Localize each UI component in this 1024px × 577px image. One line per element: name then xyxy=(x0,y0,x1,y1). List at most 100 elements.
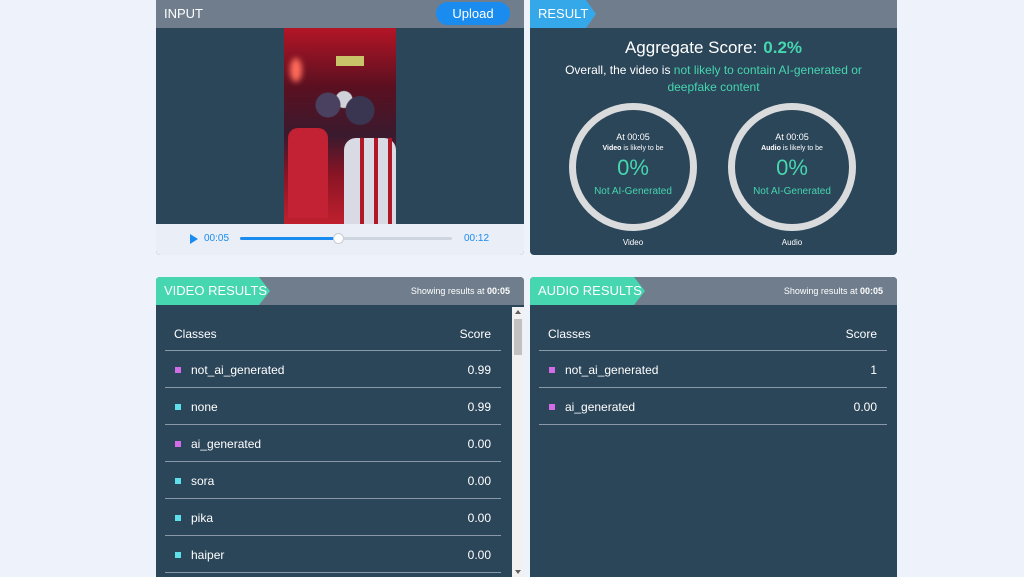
table-row: not_ai_generated 0.99 xyxy=(165,351,501,388)
video-preview[interactable] xyxy=(284,28,396,224)
video-seat xyxy=(288,128,328,218)
gauge-likely-text: is likely to be xyxy=(782,145,823,152)
class-color-swatch xyxy=(175,478,181,484)
video-stripe xyxy=(360,138,364,224)
class-score: 0.00 xyxy=(467,474,491,488)
class-score: 0.00 xyxy=(467,437,491,451)
video-results-tag: VIDEO RESULTS xyxy=(164,283,268,298)
input-tag: INPUT xyxy=(164,6,203,21)
input-panel: INPUT Upload 00:05 00:12 xyxy=(156,0,524,255)
upload-button[interactable]: Upload xyxy=(436,2,510,25)
table-row: haiper 0.00 xyxy=(165,536,501,573)
video-results-header: VIDEO RESULTS Showing results at 00:05 xyxy=(156,277,524,305)
video-stripe xyxy=(374,138,378,224)
video-light xyxy=(290,58,302,82)
gauge-time: At 00:05 xyxy=(775,132,809,142)
class-color-swatch xyxy=(549,404,555,410)
audio-gauge-name: Audio xyxy=(781,238,803,247)
showing-time: 00:05 xyxy=(486,286,510,296)
audio-rows: not_ai_generated 1 ai_generated 0.00 xyxy=(539,351,887,425)
class-name: sora xyxy=(191,474,215,488)
table-row: ai_generated 0.00 xyxy=(539,388,887,425)
class-color-swatch xyxy=(175,367,181,373)
table-row: sora 0.00 xyxy=(165,462,501,499)
audio-gauge: At 00:05 Audio is likely to be 0% Not AI… xyxy=(728,103,856,231)
audio-results-tag: AUDIO RESULTS xyxy=(538,283,642,298)
gauge-likely: Audio is likely to be xyxy=(735,145,849,152)
showing-time: 00:05 xyxy=(859,286,883,296)
class-name: pika xyxy=(191,511,214,525)
class-color-swatch xyxy=(175,552,181,558)
class-color-swatch xyxy=(549,367,555,373)
gauge-likely-text: is likely to be xyxy=(623,145,664,152)
class-name: none xyxy=(191,400,218,414)
class-name: ai_generated xyxy=(565,400,636,414)
video-results-scrollbar[interactable] xyxy=(512,307,524,577)
score-header: Score xyxy=(459,327,491,341)
video-results-panel: VIDEO RESULTS Showing results at 00:05 C… xyxy=(156,277,524,577)
classes-header: Classes xyxy=(548,327,591,341)
aggregate-label: Aggregate Score: xyxy=(624,38,758,57)
table-row: none 0.99 xyxy=(165,388,501,425)
overall-prefix: Overall, the video is xyxy=(565,63,671,77)
input-header: INPUT Upload xyxy=(156,0,524,28)
current-time: 00:05 xyxy=(204,233,230,244)
scroll-thumb[interactable] xyxy=(514,319,522,355)
gauge-likely: Video is likely to be xyxy=(576,145,690,152)
class-color-swatch xyxy=(175,441,181,447)
play-icon[interactable] xyxy=(190,234,198,244)
class-score: 0.00 xyxy=(467,548,491,562)
class-color-swatch xyxy=(175,515,181,521)
video-gauge: At 00:05 Video is likely to be 0% Not AI… xyxy=(569,103,697,231)
class-score: 0.00 xyxy=(467,511,491,525)
video-sign xyxy=(336,56,364,66)
table-row: ai_generated 0.00 xyxy=(165,425,501,462)
gauge-subject: Video xyxy=(602,145,622,152)
seek-thumb[interactable] xyxy=(332,233,344,244)
class-score: 0.00 xyxy=(853,400,877,414)
result-panel: RESULT Aggregate Score: 0.2% Overall, the… xyxy=(530,0,897,255)
overall-verdict: not likely to contain AI-generated or de… xyxy=(667,63,862,94)
seek-progress xyxy=(240,237,338,240)
class-score: 1 xyxy=(870,363,877,377)
scroll-up-icon[interactable] xyxy=(515,310,521,314)
table-row: not_ai_generated 1 xyxy=(539,351,887,388)
aggregate-value: 0.2% xyxy=(763,38,803,57)
class-name: not_ai_generated xyxy=(565,363,659,377)
video-showing-results: Showing results at 00:05 xyxy=(411,286,510,296)
class-score: 0.99 xyxy=(467,363,491,377)
video-results-table: Classes Score not_ai_generated 0.99 none 0.… xyxy=(165,319,501,573)
class-color-swatch xyxy=(175,404,181,410)
gauge-percent: 0% xyxy=(776,155,808,180)
class-name: ai_generated xyxy=(191,437,262,451)
total-time: 00:12 xyxy=(464,233,490,244)
gauge-label: Not AI-Generated xyxy=(594,186,672,197)
table-header: Classes Score xyxy=(539,319,887,351)
seek-bar[interactable] xyxy=(240,233,452,244)
video-gauge-name: Video xyxy=(622,238,644,247)
showing-prefix: Showing results at xyxy=(783,286,858,296)
overall-summary: Overall, the video is not likely to cont… xyxy=(550,62,877,96)
audio-showing-results: Showing results at 00:05 xyxy=(784,286,883,296)
table-header: Classes Score xyxy=(165,319,501,351)
video-rows: not_ai_generated 0.99 none 0.99 ai_generated… xyxy=(165,351,501,573)
player-bar: 00:05 00:12 xyxy=(156,224,524,255)
score-header: Score xyxy=(845,327,877,341)
gauge-percent: 0% xyxy=(617,155,649,180)
table-row: pika 0.00 xyxy=(165,499,501,536)
audio-results-table: Classes Score not_ai_generated 1 ai_genera… xyxy=(539,319,887,425)
scroll-down-icon[interactable] xyxy=(515,570,521,574)
audio-results-header: AUDIO RESULTS Showing results at 00:05 xyxy=(530,277,897,305)
gauge-subject: Audio xyxy=(761,145,781,152)
aggregate-score: Aggregate Score: 0.2% xyxy=(530,38,897,58)
video-stripe xyxy=(388,138,392,224)
gauge-time: At 00:05 xyxy=(616,132,650,142)
gauge-label: Not AI-Generated xyxy=(753,186,831,197)
video-area xyxy=(156,28,524,224)
class-name: haiper xyxy=(191,548,225,562)
result-header: RESULT xyxy=(530,0,897,28)
class-name: not_ai_generated xyxy=(191,363,285,377)
classes-header: Classes xyxy=(174,327,217,341)
showing-prefix: Showing results at xyxy=(410,286,485,296)
result-tag: RESULT xyxy=(538,6,589,21)
